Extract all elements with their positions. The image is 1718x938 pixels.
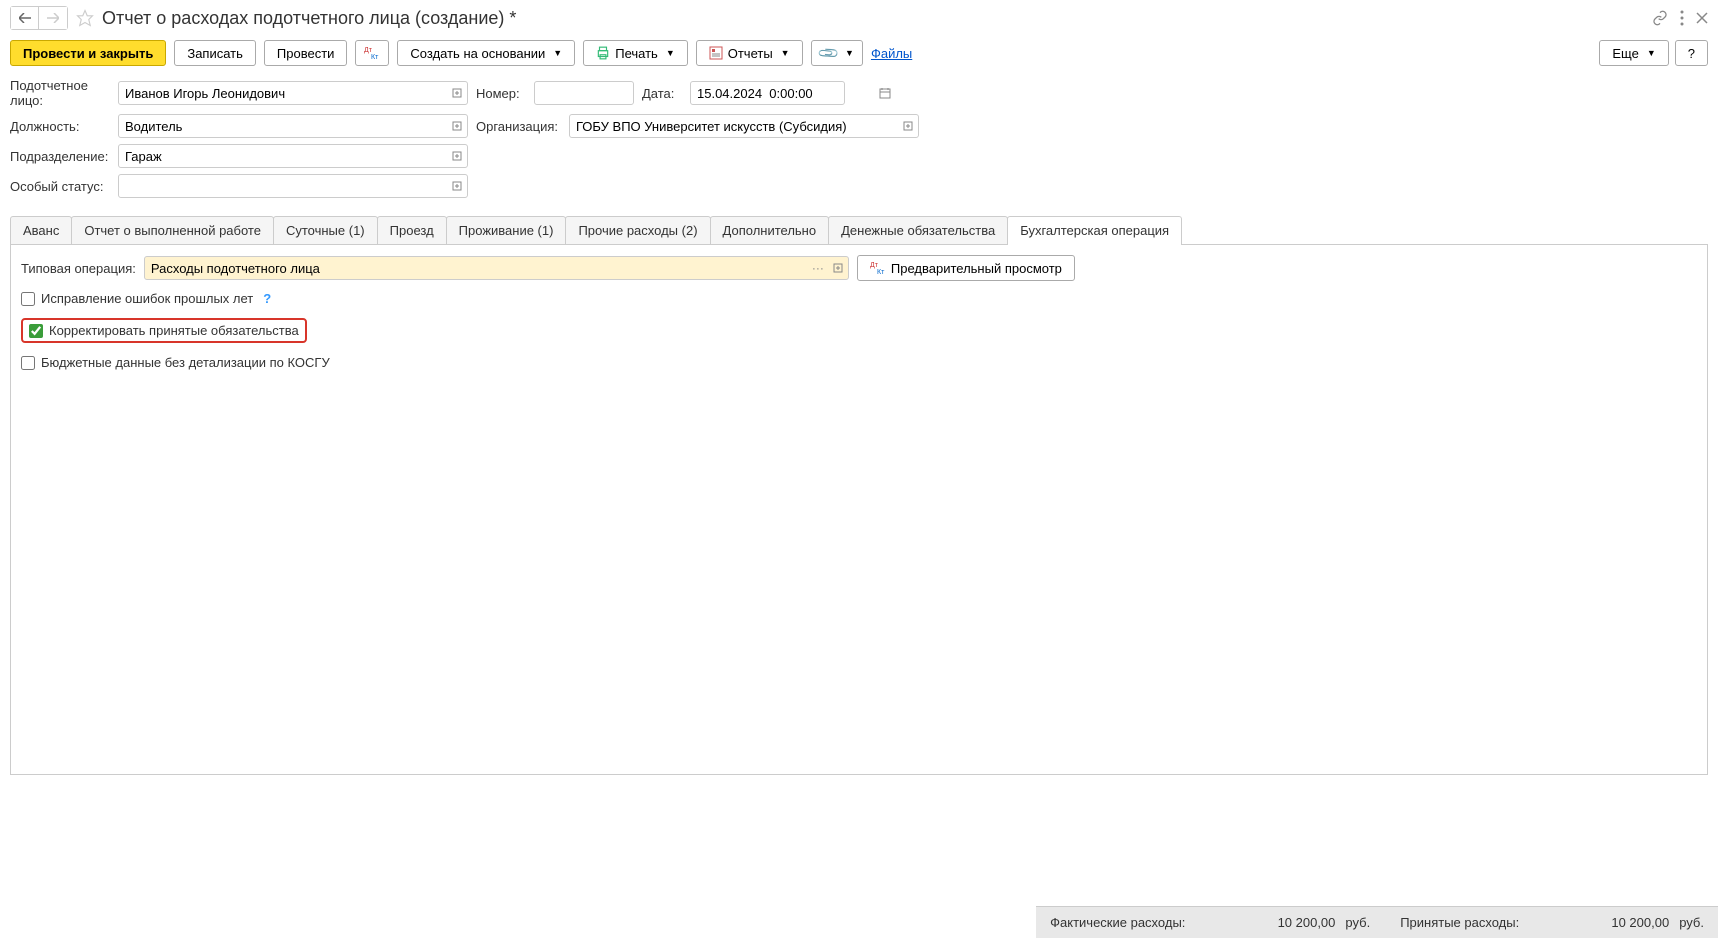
position-input[interactable] [119,116,447,137]
tab-accounting[interactable]: Бухгалтерская операция [1007,216,1182,244]
attachment-button[interactable]: 📎▼ [811,40,863,66]
date-input[interactable] [691,83,879,104]
actual-expenses-unit: руб. [1345,915,1370,930]
arrow-right-icon [47,13,59,23]
tab-additional[interactable]: Дополнительно [710,216,830,244]
arrow-left-icon [19,13,31,23]
paperclip-icon: 📎 [816,41,840,65]
star-icon[interactable] [76,9,94,27]
page-title: Отчет о расходах подотчетного лица (созд… [102,8,516,29]
footer-bar: Фактические расходы: 10 200,00 руб. Прин… [1036,906,1718,938]
open-icon[interactable] [447,82,467,104]
operation-label: Типовая операция: [21,261,136,276]
cb-budget-data[interactable] [21,356,35,370]
accepted-expenses-value: 10 200,00 [1529,915,1669,930]
close-icon[interactable] [1696,12,1708,24]
department-input[interactable] [119,146,447,167]
post-close-button[interactable]: Провести и закрыть [10,40,166,66]
tab-daily[interactable]: Суточные (1) [273,216,378,244]
tab-travel[interactable]: Проезд [377,216,447,244]
create-based-button[interactable]: Создать на основании▼ [397,40,575,66]
more-button[interactable]: Еще▼ [1599,40,1668,66]
accepted-expenses-unit: руб. [1679,915,1704,930]
dtkt-icon: ДтКт [870,261,886,275]
save-button[interactable]: Записать [174,40,256,66]
dtkt-icon: ДтКт [364,46,380,60]
tab-obligations[interactable]: Денежные обязательства [828,216,1008,244]
accepted-expenses-label: Принятые расходы: [1400,915,1519,930]
open-icon[interactable] [898,115,918,137]
cb-fix-errors-label: Исправление ошибок прошлых лет [41,291,253,306]
cb-correct-obligations[interactable] [29,324,43,338]
preview-button[interactable]: ДтКт Предварительный просмотр [857,255,1075,281]
actual-expenses-value: 10 200,00 [1195,915,1335,930]
actual-expenses-label: Фактические расходы: [1050,915,1185,930]
help-icon[interactable]: ? [263,291,271,306]
more-icon[interactable] [1680,10,1684,26]
operation-input[interactable] [145,258,808,279]
department-label: Подразделение: [10,149,110,164]
cb-fix-errors[interactable] [21,292,35,306]
cb-correct-obligations-label: Корректировать принятые обязательства [49,323,299,338]
svg-text:Кт: Кт [371,54,379,60]
open-icon[interactable] [828,257,848,279]
chevron-down-icon: ▼ [845,48,854,58]
report-icon [709,46,723,60]
svg-text:Дт: Дт [364,47,373,54]
dt-kt-button[interactable]: ДтКт [355,40,389,66]
person-label: Подотчетное лицо: [10,78,110,108]
print-button[interactable]: Печать▼ [583,40,688,66]
link-icon[interactable] [1652,10,1668,26]
org-input[interactable] [570,116,898,137]
chevron-down-icon: ▼ [553,48,562,58]
tab-work-report[interactable]: Отчет о выполненной работе [71,216,274,244]
svg-text:Кт: Кт [877,269,885,275]
ellipsis-icon[interactable]: ··· [808,257,828,279]
date-label: Дата: [642,86,682,101]
help-button[interactable]: ? [1675,40,1708,66]
tab-other-expenses[interactable]: Прочие расходы (2) [565,216,710,244]
status-input[interactable] [119,176,447,197]
org-label: Организация: [476,119,561,134]
nav-forward-button[interactable] [39,7,67,29]
open-icon[interactable] [447,145,467,167]
chevron-down-icon: ▼ [781,48,790,58]
reports-button[interactable]: Отчеты▼ [696,40,803,66]
tab-content: Типовая операция: ··· ДтКт Предварительн… [10,245,1708,775]
printer-icon [596,46,610,60]
tab-advance[interactable]: Аванс [10,216,72,244]
status-label: Особый статус: [10,179,110,194]
person-input[interactable] [119,83,447,104]
chevron-down-icon: ▼ [666,48,675,58]
tab-lodging[interactable]: Проживание (1) [446,216,567,244]
nav-back-button[interactable] [11,7,39,29]
position-label: Должность: [10,119,110,134]
number-label: Номер: [476,86,526,101]
cb-budget-data-label: Бюджетные данные без детализации по КОСГ… [41,355,330,370]
calendar-icon[interactable] [879,82,891,104]
svg-text:Дт: Дт [870,262,879,269]
open-icon[interactable] [447,175,467,197]
post-button[interactable]: Провести [264,40,348,66]
open-icon[interactable] [447,115,467,137]
files-link[interactable]: Файлы [871,46,912,61]
chevron-down-icon: ▼ [1647,48,1656,58]
